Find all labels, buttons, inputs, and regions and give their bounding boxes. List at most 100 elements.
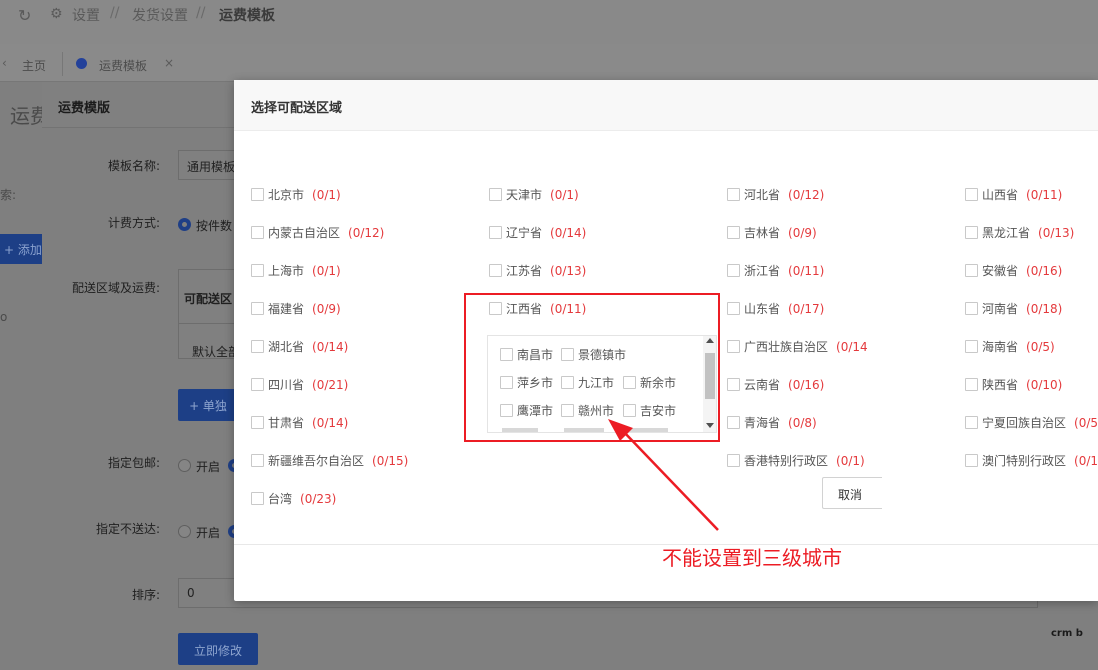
province-checkbox[interactable] (251, 226, 264, 239)
province-checkbox[interactable] (727, 454, 740, 467)
province-item[interactable]: 福建省 (0/9) (251, 301, 341, 317)
city-checkbox[interactable] (561, 376, 574, 389)
cancel-button[interactable]: 取消 (822, 477, 882, 509)
province-checkbox[interactable] (251, 264, 264, 277)
province-checkbox[interactable] (251, 302, 264, 315)
template-name-input[interactable]: 通用模板 (178, 150, 238, 180)
city-checkbox[interactable] (561, 404, 574, 417)
province-item[interactable]: 河北省 (0/12) (727, 187, 824, 203)
province-checkbox[interactable] (727, 302, 740, 315)
province-item[interactable]: 辽宁省 (0/14) (489, 225, 586, 241)
province-checkbox[interactable] (965, 340, 978, 353)
province-item[interactable]: 新疆维吾尔自治区 (0/15) (251, 453, 408, 469)
province-checkbox[interactable] (965, 226, 978, 239)
province-checkbox[interactable] (965, 264, 978, 277)
province-checkbox[interactable] (965, 188, 978, 201)
billing-radio[interactable] (178, 218, 191, 231)
breadcrumb-item-shipping[interactable]: 发货设置 (132, 5, 188, 25)
scrollbar[interactable] (703, 336, 716, 432)
city-item[interactable]: 九江市 (561, 375, 614, 391)
city-item[interactable]: 景德镇市 (561, 347, 626, 363)
province-item[interactable]: 海南省 (0/5) (965, 339, 1055, 355)
single-add-button[interactable]: + 单独 (178, 389, 238, 421)
province-checkbox[interactable] (727, 378, 740, 391)
province-item[interactable]: 江西省 (0/11) (489, 301, 586, 317)
province-checkbox[interactable] (965, 454, 978, 467)
tab-home[interactable]: 主页 (22, 57, 46, 74)
province-count: (0/14 (836, 340, 868, 354)
city-checkbox[interactable] (623, 376, 636, 389)
province-item[interactable]: 上海市 (0/1) (251, 263, 341, 279)
province-checkbox[interactable] (489, 264, 502, 277)
city-item[interactable]: 萍乡市 (500, 375, 553, 391)
scroll-up-icon[interactable] (706, 338, 714, 343)
city-checkbox[interactable] (500, 348, 513, 361)
province-item[interactable]: 宁夏回族自治区 (0/5) (965, 415, 1098, 431)
province-item[interactable]: 澳门特别行政区 (0/1) (965, 453, 1098, 469)
province-checkbox[interactable] (489, 226, 502, 239)
no-delivery-on-radio[interactable] (178, 525, 191, 538)
province-item[interactable]: 内蒙古自治区 (0/12) (251, 225, 384, 241)
province-checkbox[interactable] (489, 188, 502, 201)
province-item[interactable]: 安徽省 (0/16) (965, 263, 1062, 279)
province-item[interactable]: 四川省 (0/21) (251, 377, 348, 393)
province-checkbox[interactable] (251, 416, 264, 429)
province-item[interactable]: 天津市 (0/1) (489, 187, 579, 203)
province-item[interactable]: 河南省 (0/18) (965, 301, 1062, 317)
province-item[interactable]: 陕西省 (0/10) (965, 377, 1062, 393)
city-item[interactable]: 鹰潭市 (500, 403, 553, 419)
city-name: 景德镇市 (578, 348, 627, 362)
province-item[interactable]: 青海省 (0/8) (727, 415, 817, 431)
province-item[interactable]: 湖北省 (0/14) (251, 339, 348, 355)
province-count: (0/16) (788, 378, 825, 392)
scroll-down-icon[interactable] (706, 423, 714, 428)
city-checkbox[interactable] (500, 376, 513, 389)
province-checkbox[interactable] (727, 416, 740, 429)
chevron-left-icon[interactable]: ‹ (2, 56, 7, 70)
city-item[interactable]: 赣州市 (561, 403, 614, 419)
province-checkbox[interactable] (727, 226, 740, 239)
modal-header: 选择可配送区域 (234, 80, 1098, 131)
province-checkbox[interactable] (251, 454, 264, 467)
province-checkbox[interactable] (251, 378, 264, 391)
city-checkbox[interactable] (561, 348, 574, 361)
add-button[interactable]: + 添加 (0, 234, 42, 264)
close-icon[interactable]: × (164, 56, 174, 70)
province-item[interactable]: 山东省 (0/17) (727, 301, 824, 317)
province-item[interactable]: 广西壮族自治区 (0/14 (727, 339, 868, 355)
province-item[interactable]: 甘肃省 (0/14) (251, 415, 348, 431)
province-item[interactable]: 云南省 (0/16) (727, 377, 824, 393)
province-checkbox[interactable] (251, 340, 264, 353)
province-checkbox[interactable] (727, 340, 740, 353)
province-checkbox[interactable] (727, 188, 740, 201)
tab-shipping-template[interactable]: 运费模板 (99, 57, 147, 74)
city-checkbox[interactable] (500, 404, 513, 417)
province-item[interactable]: 黑龙江省 (0/13) (965, 225, 1074, 241)
submit-button[interactable]: 立即修改 (178, 633, 258, 665)
province-item[interactable]: 台湾 (0/23) (251, 491, 336, 507)
province-item[interactable]: 江苏省 (0/13) (489, 263, 586, 279)
modal-title: 选择可配送区域 (251, 101, 343, 116)
sort-label: 排序: (131, 588, 160, 602)
province-item[interactable]: 吉林省 (0/9) (727, 225, 817, 241)
refresh-icon[interactable]: ↻ (18, 6, 31, 25)
province-checkbox[interactable] (727, 264, 740, 277)
province-item[interactable]: 浙江省 (0/11) (727, 263, 824, 279)
province-item[interactable]: 香港特别行政区 (0/1) (727, 453, 865, 469)
province-checkbox[interactable] (251, 492, 264, 505)
scrollbar-thumb[interactable] (705, 353, 715, 399)
province-checkbox[interactable] (489, 302, 502, 315)
city-item[interactable]: 南昌市 (500, 347, 553, 363)
free-shipping-on-radio[interactable] (178, 459, 191, 472)
province-checkbox[interactable] (965, 302, 978, 315)
province-checkbox[interactable] (251, 188, 264, 201)
city-item[interactable]: 新余市 (623, 375, 676, 391)
province-item[interactable]: 北京市 (0/1) (251, 187, 341, 203)
province-checkbox[interactable] (965, 416, 978, 429)
city-item[interactable]: 吉安市 (623, 403, 676, 419)
province-checkbox[interactable] (965, 378, 978, 391)
city-checkbox[interactable] (623, 404, 636, 417)
breadcrumb-item-settings[interactable]: 设置 (72, 5, 100, 25)
city-dropdown[interactable]: 南昌市 景德镇市萍乡市 九江市 新余市鹰潭市 赣州市 吉安市 (487, 335, 717, 433)
province-item[interactable]: 山西省 (0/11) (965, 187, 1062, 203)
